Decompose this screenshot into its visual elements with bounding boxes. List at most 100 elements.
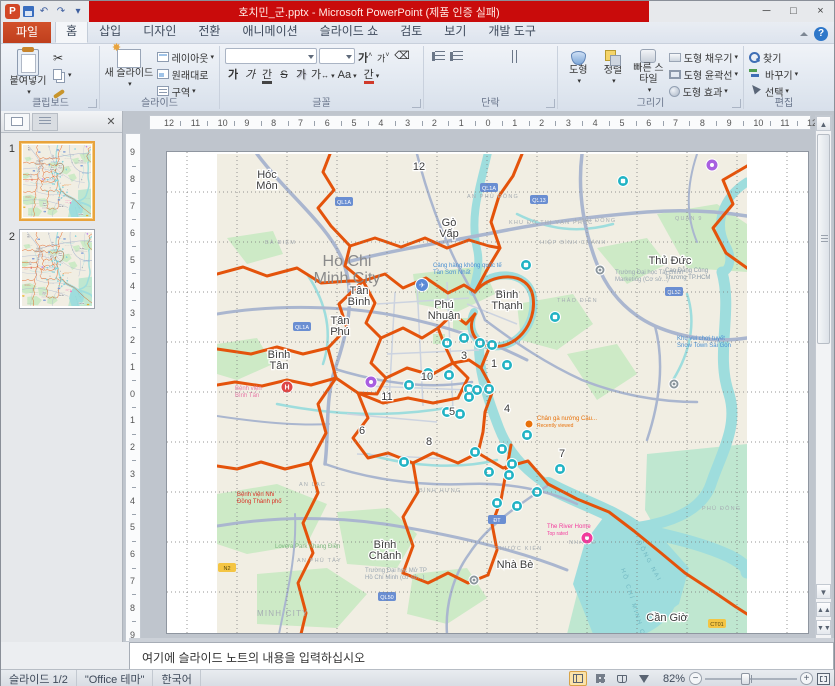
zoom-level[interactable]: 82%	[657, 673, 685, 685]
svg-text:HócMôn: HócMôn	[256, 169, 277, 192]
minimize-ribbon-icon[interactable]	[799, 31, 808, 37]
character-spacing-button[interactable]: 가↔▾	[310, 67, 336, 83]
align-left-button[interactable]	[431, 68, 444, 79]
help-icon[interactable]: ?	[814, 27, 828, 41]
zoom-out-icon[interactable]: −	[689, 672, 702, 685]
slide-map-image[interactable]: QL1AQL1AQL13QL52QL1AĐTQL50CT01N2AN PHÚ Đ…	[217, 154, 747, 633]
vertical-scrollbar[interactable]: ▲ ▼ ▲▲ ▼▼	[815, 115, 832, 639]
arrange-button[interactable]: 정렬▾	[596, 47, 631, 99]
scroll-up-icon[interactable]: ▲	[816, 116, 831, 131]
text-direction-button[interactable]	[512, 50, 520, 63]
cut-button[interactable]	[51, 50, 74, 66]
columns-button[interactable]	[499, 68, 513, 79]
line-spacing-button[interactable]	[495, 51, 508, 62]
svg-text:AN PHÚ TÂY: AN PHÚ TÂY	[297, 557, 342, 564]
svg-text:10: 10	[421, 371, 433, 383]
notes-pane[interactable]: 여기에 슬라이드 노트의 내용을 입력하십시오	[129, 642, 834, 669]
shrink-font-button[interactable]: 가˅	[375, 48, 391, 64]
minimize-button[interactable]: ─	[753, 1, 780, 22]
group-editing: 찾기 바꾸기▾ 선택▾ 편집	[744, 46, 824, 109]
shape-fill-button[interactable]: 도형 채우기▾	[667, 49, 740, 65]
drawing-dialog-launcher[interactable]	[732, 99, 741, 108]
close-button[interactable]: ×	[807, 1, 834, 22]
new-slide-button[interactable]: 새 슬라이드▾	[103, 47, 155, 99]
thumbnail-image[interactable]: QL1AQL1AQL13QL52QL1AĐTQL50CT01N2AN PHÚ Đ…	[19, 141, 95, 221]
svg-text:H: H	[284, 385, 289, 392]
shape-fill-icon	[669, 53, 681, 62]
zoom-slider-thumb[interactable]	[741, 673, 750, 685]
group-paragraph: 단락	[424, 46, 558, 109]
save-icon[interactable]	[23, 6, 34, 17]
maximize-button[interactable]: □	[780, 1, 807, 22]
quick-styles-button[interactable]: 빠른 스타일▾	[630, 47, 667, 99]
zoom-slider[interactable]: − +	[689, 672, 813, 685]
svg-text:PHÚ ĐÔNG: PHÚ ĐÔNG	[702, 505, 741, 512]
normal-view-icon	[573, 674, 583, 683]
font-name-combobox[interactable]	[225, 48, 317, 64]
slide-canvas[interactable]: QL1AQL1AQL13QL52QL1AĐTQL50CT01N2AN PHÚ Đ…	[166, 151, 809, 634]
reading-view-button[interactable]	[613, 671, 631, 686]
svg-text:The River Home: The River Home	[547, 524, 591, 530]
slideshow-view-button[interactable]	[635, 671, 653, 686]
status-language[interactable]: 한국어	[153, 670, 200, 686]
thumbnail-image[interactable]: QL1AQL1AQL13QL52QL1AĐTQL50CT01N2AN PHÚ Đ…	[19, 229, 95, 309]
increase-indent-button[interactable]	[481, 51, 491, 62]
fit-slide-to-window-button[interactable]	[817, 673, 830, 685]
tab-slides-thumbnails[interactable]	[4, 113, 30, 131]
italic-button[interactable]: 가	[242, 67, 258, 83]
paragraph-dialog-launcher[interactable]	[546, 99, 555, 108]
tab-file[interactable]: 파일	[3, 20, 51, 43]
normal-view-button[interactable]	[569, 671, 587, 686]
vertical-ruler: 9876543210123456789	[125, 133, 141, 642]
layout-icon	[157, 52, 169, 62]
close-panel-icon[interactable]: ✕	[103, 115, 119, 128]
title-band: 호치민_군.pptx - Microsoft PowerPoint (제품 인증…	[89, 1, 649, 22]
undo-icon[interactable]: ↶	[37, 6, 51, 17]
qat-dropdown-icon[interactable]: ▾	[71, 6, 85, 17]
clear-formatting-button[interactable]: ⌫	[393, 48, 411, 64]
group-font: 가˄ 가˅ ⌫ 가 가 간 S 가 가↔▾ Aa▾ 간▾ 글꼴	[220, 46, 424, 109]
font-dialog-launcher[interactable]	[412, 99, 421, 108]
svg-text:Tân Sơn Nhất: Tân Sơn Nhất	[433, 270, 471, 276]
scroll-down-icon[interactable]: ▼	[816, 584, 831, 599]
align-right-button[interactable]	[465, 68, 478, 79]
slide-sorter-icon	[596, 674, 605, 683]
svg-text:Chân gà nướng Cầu...: Chân gà nướng Cầu...	[537, 416, 597, 422]
underline-button[interactable]: 간	[259, 67, 275, 83]
text-shadow-button[interactable]: 가	[293, 67, 309, 83]
scrollbar-thumb[interactable]	[817, 134, 830, 344]
slide-sorter-view-button[interactable]	[591, 671, 609, 686]
zoom-in-icon[interactable]: +	[800, 672, 813, 685]
powerpoint-app-icon[interactable]: P	[5, 4, 20, 19]
reset-button[interactable]: 원래대로	[155, 66, 216, 82]
grow-font-button[interactable]: 가˄	[357, 48, 373, 64]
clipboard-dialog-launcher[interactable]	[88, 99, 97, 108]
svg-text:11: 11	[381, 391, 392, 403]
bold-button[interactable]: 가	[225, 67, 241, 83]
convert-smartart-button[interactable]	[517, 68, 529, 79]
justify-button[interactable]	[482, 68, 495, 79]
font-size-combobox[interactable]	[319, 48, 355, 64]
font-color-button[interactable]: 간▾	[363, 67, 381, 83]
next-slide-button[interactable]: ▼▼	[816, 620, 831, 635]
layout-button[interactable]: 레이아웃▾	[155, 49, 216, 65]
cut-icon	[53, 51, 63, 65]
bullets-button[interactable]	[435, 51, 445, 62]
slide-thumbnail-2[interactable]: 2QL1AQL1AQL13QL52QL1AĐTQL50CT01N2AN PHÚ …	[1, 229, 95, 309]
redo-icon[interactable]: ↷	[54, 6, 68, 17]
previous-slide-button[interactable]: ▲▲	[816, 602, 831, 617]
align-center-button[interactable]	[448, 68, 461, 79]
numbering-button[interactable]	[453, 51, 463, 62]
tab-outline[interactable]	[32, 113, 58, 131]
paste-button[interactable]: 붙여넣기▾	[5, 47, 51, 100]
decrease-indent-button[interactable]	[467, 51, 477, 62]
replace-button[interactable]: 바꾸기▾	[747, 66, 821, 82]
shape-outline-button[interactable]: 도형 윤곽선▾	[667, 66, 740, 82]
shapes-button[interactable]: 도형▾	[561, 47, 596, 99]
find-button[interactable]: 찾기	[747, 49, 821, 65]
strikethrough-button[interactable]: S	[276, 67, 292, 83]
slide-thumbnail-1[interactable]: 1QL1AQL1AQL13QL52QL1AĐTQL50CT01N2AN PHÚ …	[1, 141, 95, 221]
copy-button[interactable]: ▾	[51, 67, 74, 83]
reading-view-icon	[617, 675, 627, 683]
change-case-button[interactable]: Aa▾	[337, 67, 358, 83]
